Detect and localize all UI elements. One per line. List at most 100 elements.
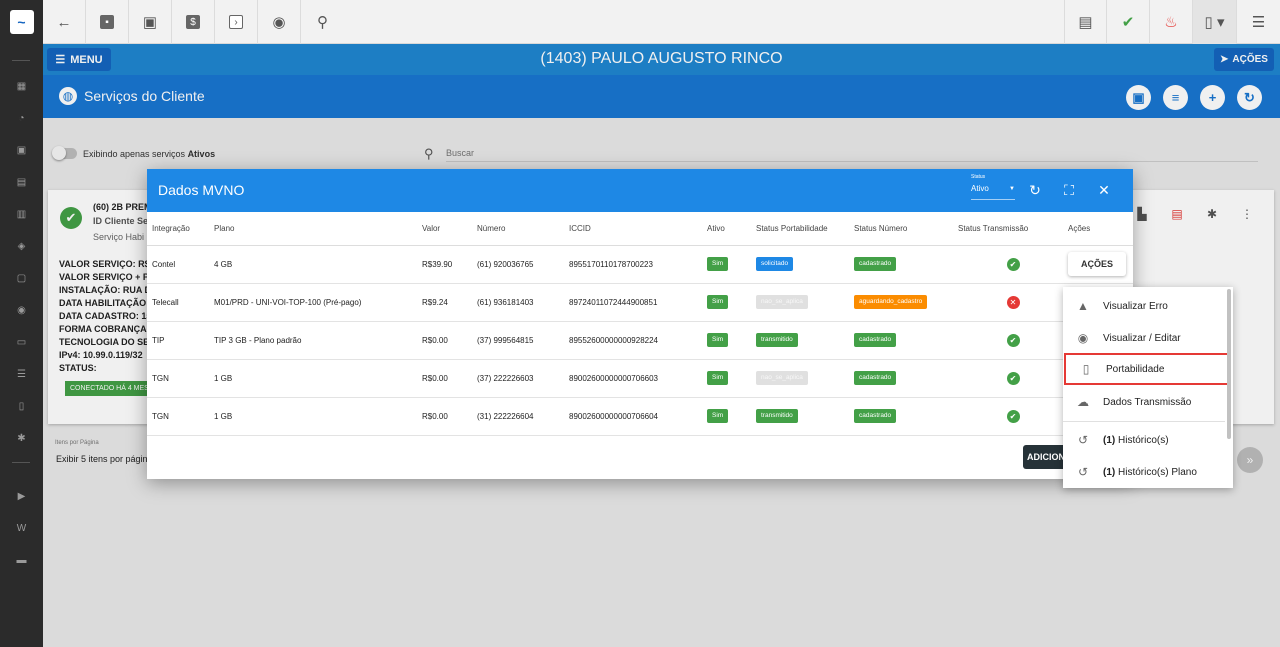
menu-item-dados-transmissao[interactable]: ☁ Dados Transmissão [1063, 386, 1225, 418]
close-icon[interactable]: ✕ [1095, 181, 1113, 199]
cell-plano: 1 GB [214, 397, 422, 436]
status-numero-badge: cadastrado [854, 257, 897, 271]
table-row: TIP TIP 3 GB - Plano padrão R$0.00 (37) … [147, 321, 1133, 360]
calendar-clock-icon[interactable]: ▣ [129, 0, 172, 44]
cell-ativo: Sim [707, 397, 756, 436]
warning-icon: ▲ [1077, 299, 1089, 313]
menu-item-label: Visualizar / Editar [1103, 332, 1181, 344]
wiki-icon[interactable]: W [0, 518, 43, 538]
modal-title: Dados MVNO [158, 182, 245, 198]
col-numero: Número [477, 212, 569, 246]
calendar-icon[interactable]: ▥ [0, 204, 43, 224]
contacts-icon[interactable]: ▣ [0, 140, 43, 160]
check-circle-icon: ✔ [1006, 371, 1020, 385]
refresh-icon[interactable]: ↻ [1026, 181, 1044, 199]
cell-ativo: Sim [707, 283, 756, 322]
cell-numero: (31) 222226604 [477, 397, 569, 436]
check-circle-icon: ✔ [1006, 257, 1020, 271]
document-icon[interactable]: ▭ [0, 332, 43, 352]
image-icon[interactable]: ▤ [0, 172, 43, 192]
fullscreen-icon[interactable]: ⛶ [1060, 181, 1078, 199]
table-row: Contel 4 GB R$39.90 (61) 920036765 89551… [147, 245, 1133, 284]
col-integracao: Integração [147, 212, 214, 246]
menu-item-visualizar-editar[interactable]: ◉ Visualizar / Editar [1063, 322, 1225, 354]
dollar-icon[interactable]: $ [172, 0, 215, 44]
user-status-dropdown[interactable]: ▯ ▾ [1193, 0, 1237, 44]
cell-valor: R$39.90 [422, 245, 477, 284]
cell-plano: TIP 3 GB - Plano padrão [214, 321, 422, 360]
table-row: Telecall M01/PRD - UNI-VOI-TOP-100 (Pré-… [147, 283, 1133, 322]
location-icon[interactable]: ◉ [0, 300, 43, 320]
cell-transmissao: ✕ [958, 283, 1068, 322]
cell-numero: (61) 920036765 [477, 245, 569, 284]
menu-item-historico[interactable]: ↺ (1) Histórico(s) [1063, 424, 1225, 456]
col-valor: Valor [422, 212, 477, 246]
menu-scrollbar[interactable] [1227, 289, 1231, 439]
caret-down-icon: ▼ [1009, 186, 1015, 192]
cell-status-numero: cadastrado [854, 359, 958, 398]
cell-ativo: Sim [707, 321, 756, 360]
cell-transmissao: ✔ [958, 359, 1068, 398]
list-menu-icon[interactable]: ☰ [1237, 0, 1280, 44]
terminal-icon[interactable]: › [215, 0, 258, 44]
cell-status-numero: cadastrado [854, 245, 958, 284]
col-plano: Plano [214, 212, 422, 246]
eye-icon[interactable]: ◉ [258, 0, 301, 44]
cell-status-numero: aguardando_cadastro [854, 283, 958, 322]
top-toolbar: ← ▪ ▣ $ › ◉ ⚲ ▤ ✔ ♨ ▯ ▾ ☰ [43, 0, 1280, 44]
video-icon[interactable]: ▶ [0, 486, 43, 506]
pdf-icon[interactable]: ▤ [1064, 0, 1107, 44]
chart-pie-icon[interactable]: ◔ [0, 108, 43, 128]
back-arrow-icon[interactable]: ← [43, 0, 86, 44]
check-circle-icon: ✔ [1006, 409, 1020, 423]
menu-item-label: (1) Histórico(s) [1103, 435, 1169, 446]
left-rail: ~ ▦ ◔ ▣ ▤ ▥ ◈ ▢ ◉ ▭ ☰ ▯ ✱ ▶ W ▬ [0, 0, 43, 647]
cell-numero: (37) 222226603 [477, 359, 569, 398]
chat-icon[interactable]: ▬ [0, 550, 43, 570]
ativo-badge: Sim [707, 333, 729, 347]
check-message-icon[interactable]: ✔ [1107, 0, 1150, 44]
table-row: TGN 1 GB R$0.00 (37) 222226603 890026000… [147, 359, 1133, 398]
cell-acoes: AÇÕES [1068, 245, 1133, 284]
modal-header: Dados MVNO Status Ativo ▼ ↻ ⛶ ✕ [147, 169, 1133, 212]
app-logo[interactable]: ~ [0, 0, 43, 43]
menu-item-portabilidade[interactable]: ▯ Portabilidade [1064, 353, 1230, 385]
error-circle-icon: ✕ [1006, 295, 1020, 309]
cell-transmissao: ✔ [958, 321, 1068, 360]
status-filter-select[interactable]: Ativo ▼ [971, 184, 1015, 200]
row-acoes-button[interactable]: AÇÕES [1068, 252, 1126, 276]
rail-divider [12, 462, 30, 463]
portabilidade-badge: transmitido [756, 333, 798, 347]
history-icon: ↺ [1077, 433, 1089, 447]
history-plan-count: (1) [1103, 466, 1116, 478]
check-circle-icon: ✔ [1006, 333, 1020, 347]
table-row: TGN 1 GB R$0.00 (31) 222226604 890026000… [147, 397, 1133, 436]
server-icon[interactable]: ☰ [0, 364, 43, 384]
money-icon[interactable]: ▢ [0, 268, 43, 288]
eye-icon: ◉ [1077, 331, 1089, 345]
cell-portabilidade: nao_se_aplica [756, 359, 854, 398]
menu-item-visualizar-erro[interactable]: ▲ Visualizar Erro [1063, 290, 1225, 322]
col-status-portabilidade: Status Portabilidade [756, 212, 854, 246]
menu-item-historico-plano[interactable]: ↺ (1) Histórico(s) Plano [1063, 456, 1225, 488]
contact-card-icon[interactable]: ▪ [86, 0, 129, 44]
settings-icon[interactable]: ✱ [0, 428, 43, 448]
logo-mark: ~ [9, 9, 34, 34]
cell-numero: (37) 999564815 [477, 321, 569, 360]
cell-iccid: 89002600000000706604 [569, 397, 707, 436]
cell-valor: R$9.24 [422, 283, 477, 322]
cell-portabilidade: transmitido [756, 397, 854, 436]
dashboard-icon[interactable]: ▦ [0, 76, 43, 96]
ativo-badge: Sim [707, 409, 729, 423]
cube-icon[interactable]: ◈ [0, 236, 43, 256]
file-icon[interactable]: ▯ [0, 396, 43, 416]
menu-divider [1063, 421, 1225, 422]
cell-status-numero: cadastrado [854, 321, 958, 360]
alarm-icon[interactable]: ♨ [1150, 0, 1193, 44]
menu-item-label: Portabilidade [1106, 363, 1165, 375]
search-icon[interactable]: ⚲ [301, 0, 344, 44]
col-status-transmissao: Status Transmissão [958, 212, 1068, 246]
cell-integracao: Telecall [147, 283, 214, 322]
cloud-upload-icon: ☁ [1077, 395, 1089, 409]
row-actions-menu: ▲ Visualizar Erro ◉ Visualizar / Editar … [1063, 287, 1233, 488]
